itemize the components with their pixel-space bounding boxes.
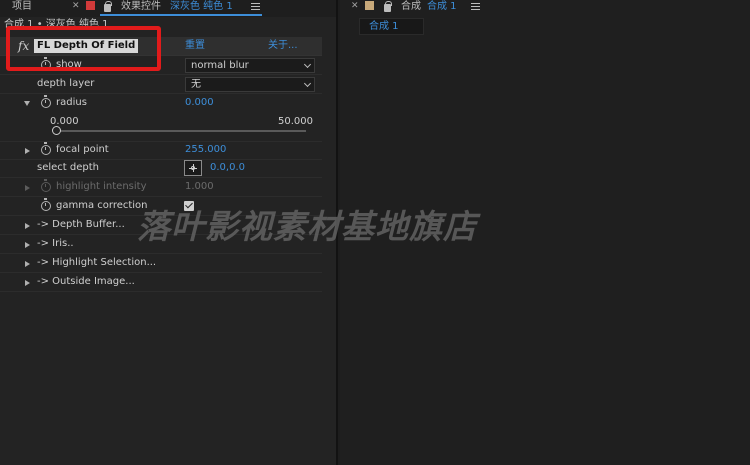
depth-layer-dropdown[interactable]: 无 [185,77,315,92]
left-tab-bar: 项目 ✕ 效果控件 深灰色 纯色 1 [0,0,336,17]
watermark-text: 落叶影视素材基地旗店 [137,207,477,246]
right-tab-bar: ✕ 合成 合成 1 [340,0,750,17]
show-dropdown[interactable]: normal blur [185,58,315,73]
close-icon[interactable]: ✕ [351,1,359,12]
property-row-select-depth: select depth 0.0,0.0 [0,159,322,178]
active-tab-indicator [100,14,262,16]
panel-menu-icon[interactable] [251,3,260,10]
tab-effect-controls[interactable]: 效果控件 [121,0,161,13]
annotation-highlight-box [6,26,161,71]
highlight-intensity-value: 1.000 [185,181,214,192]
property-row-focal-point: focal point 255.000 [0,141,322,160]
radius-slider-thumb[interactable] [52,126,61,135]
property-label: select depth [37,162,99,173]
property-label: focal point [56,144,109,155]
reset-button[interactable]: 重置 [185,40,205,52]
expand-arrow-icon[interactable] [25,261,30,267]
group-label: -> Outside Image... [37,276,135,287]
chevron-down-icon [303,60,312,69]
focal-point-value[interactable]: 255.000 [185,144,226,156]
composition-tab-icon [365,1,374,10]
about-button[interactable]: 关于... [268,40,298,52]
group-row[interactable]: -> Highlight Selection... [0,254,322,273]
crosshair-icon[interactable] [184,160,202,176]
lock-icon[interactable] [384,1,392,12]
group-label: -> Highlight Selection... [37,257,157,268]
stopwatch-icon [41,179,51,192]
dropdown-value: normal blur [191,60,249,71]
composition-subtab[interactable]: 合成 1 [359,18,424,35]
property-row-highlight-intensity: highlight intensity 1.000 [0,178,322,197]
close-icon[interactable]: ✕ [72,1,80,12]
stopwatch-icon[interactable] [41,95,51,108]
panel-menu-icon[interactable] [471,3,480,10]
lock-icon[interactable] [104,1,112,12]
expand-arrow-icon[interactable] [25,223,30,229]
expand-arrow-icon[interactable] [25,242,30,248]
dropdown-value: 无 [191,79,201,90]
crosshair-center [191,166,195,170]
tab-composition-prefix[interactable]: 合成 [401,0,421,13]
property-row-depth-layer: depth layer 无 [0,75,322,94]
property-label: depth layer [37,78,95,89]
radius-slider-track[interactable] [57,130,306,132]
group-label: -> Iris.. [37,238,74,249]
stopwatch-icon[interactable] [41,198,51,211]
composition-subtab-label: 合成 1 [369,21,399,32]
group-row[interactable]: -> Outside Image... [0,273,322,292]
chevron-down-icon [303,79,312,88]
select-depth-value[interactable]: 0.0,0.0 [210,162,245,174]
effect-controls-tab-icon [86,1,95,10]
property-row-radius: radius 0.000 [0,94,322,142]
property-label: gamma correction [56,200,148,211]
expand-arrow-icon[interactable] [25,148,30,154]
collapse-arrow-icon[interactable] [24,101,30,106]
radius-value[interactable]: 0.000 [185,97,214,109]
tab-composition[interactable]: 合成 1 [427,0,457,13]
stopwatch-icon[interactable] [41,142,51,155]
tab-effect-controls-layer[interactable]: 深灰色 纯色 1 [170,0,233,13]
expand-arrow-icon[interactable] [25,280,30,286]
group-label: -> Depth Buffer... [37,219,125,230]
expand-arrow-icon [25,185,30,191]
property-label: radius [56,97,87,108]
tab-project[interactable]: 项目 [12,0,32,13]
slider-max-label: 50.000 [278,116,313,127]
property-label: highlight intensity [56,181,147,192]
